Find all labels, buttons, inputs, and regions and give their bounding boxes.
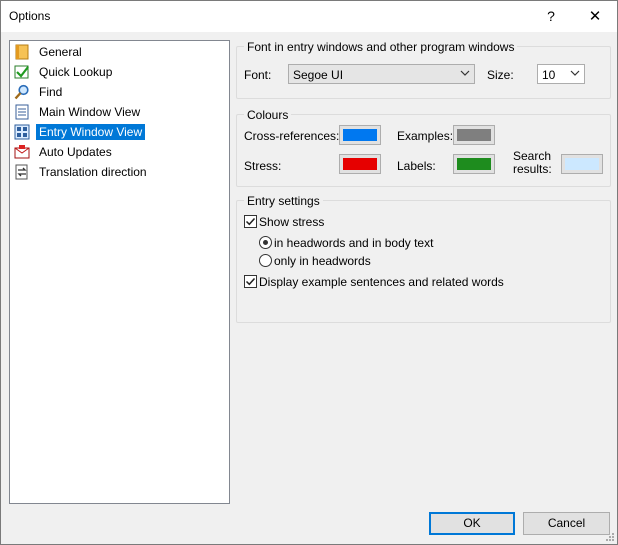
dialog-title: Options <box>9 9 51 23</box>
labels-label: Labels: <box>397 159 436 173</box>
general-icon <box>13 43 31 61</box>
tree-item-find[interactable]: Find <box>13 82 65 102</box>
entry-window-view-icon <box>13 123 31 141</box>
size-select[interactable]: 10 <box>537 64 585 84</box>
close-button[interactable]: ✕ <box>573 1 617 32</box>
font-select-value: Segoe UI <box>293 68 344 82</box>
font-group-title: Font in entry windows and other program … <box>244 40 518 54</box>
examples-color-button[interactable] <box>453 125 495 145</box>
colours-group <box>236 114 611 187</box>
size-select-value: 10 <box>542 68 556 82</box>
main-window-view-icon <box>13 103 31 121</box>
entry-settings-group-title: Entry settings <box>244 194 323 208</box>
tree-item-auto-updates[interactable]: Auto Updates <box>13 142 115 162</box>
tree-item-label: Quick Lookup <box>39 65 113 79</box>
auto-updates-icon <box>13 143 31 161</box>
options-dialog: Options ? ✕ General Quick Lookup Find Ma… <box>0 0 618 545</box>
search-results-label-line1: Search <box>513 149 552 163</box>
checkmark-icon <box>245 217 256 226</box>
stress-color-button[interactable] <box>339 154 381 174</box>
title-bar: Options ? ✕ <box>1 1 617 32</box>
find-icon <box>13 83 31 101</box>
examples-color-swatch <box>457 129 491 141</box>
search-results-color-button[interactable] <box>561 154 603 174</box>
resize-grip-icon[interactable] <box>605 532 615 542</box>
ok-button[interactable]: OK <box>429 512 515 535</box>
search-results-color-swatch <box>565 158 599 170</box>
tree-item-label: Translation direction <box>39 165 147 179</box>
radio-headwords-and-body[interactable] <box>259 236 272 249</box>
size-label: Size: <box>487 68 514 82</box>
labels-color-swatch <box>457 158 491 170</box>
radio-headwords-only[interactable] <box>259 254 272 267</box>
font-select[interactable]: Segoe UI <box>288 64 475 84</box>
tree-item-general[interactable]: General <box>13 42 85 62</box>
tree-item-label: Entry Window View <box>36 124 146 140</box>
tree-item-main-window-view[interactable]: Main Window View <box>13 102 143 122</box>
tree-item-quick-lookup[interactable]: Quick Lookup <box>13 62 115 82</box>
translation-direction-icon <box>13 163 31 181</box>
tree-item-label: Auto Updates <box>39 145 112 159</box>
font-label: Font: <box>244 68 272 82</box>
cross-references-color-swatch <box>343 129 377 141</box>
tree-item-label: Find <box>39 85 63 99</box>
tree-item-label: Main Window View <box>39 105 141 119</box>
radio-selected-dot <box>263 240 268 245</box>
show-stress-label: Show stress <box>259 215 325 229</box>
labels-color-button[interactable] <box>453 154 495 174</box>
checkmark-icon <box>245 277 256 286</box>
cancel-button[interactable]: Cancel <box>523 512 610 535</box>
tree-item-entry-window-view[interactable]: Entry Window View <box>13 122 146 142</box>
search-results-label-line2: results: <box>513 162 552 176</box>
tree-item-label: General <box>39 45 82 59</box>
chevron-down-icon <box>460 70 470 76</box>
stress-label: Stress: <box>244 159 282 173</box>
quick-lookup-icon <box>13 63 31 81</box>
tree-item-translation-direction[interactable]: Translation direction <box>13 162 150 182</box>
chevron-down-icon <box>570 70 580 76</box>
options-category-tree[interactable]: General Quick Lookup Find Main Window Vi… <box>9 40 230 504</box>
radio-headwords-and-body-label: in headwords and in body text <box>274 236 434 250</box>
show-stress-checkbox[interactable] <box>244 215 257 228</box>
stress-color-swatch <box>343 158 377 170</box>
help-button[interactable]: ? <box>531 1 571 32</box>
cross-references-label: Cross-references: <box>244 129 340 143</box>
radio-headwords-only-label: only in headwords <box>274 254 371 268</box>
display-examples-label: Display example sentences and related wo… <box>259 275 504 289</box>
examples-label: Examples: <box>397 129 454 143</box>
display-examples-checkbox[interactable] <box>244 275 257 288</box>
colours-group-title: Colours <box>244 108 292 122</box>
cross-references-color-button[interactable] <box>339 125 381 145</box>
